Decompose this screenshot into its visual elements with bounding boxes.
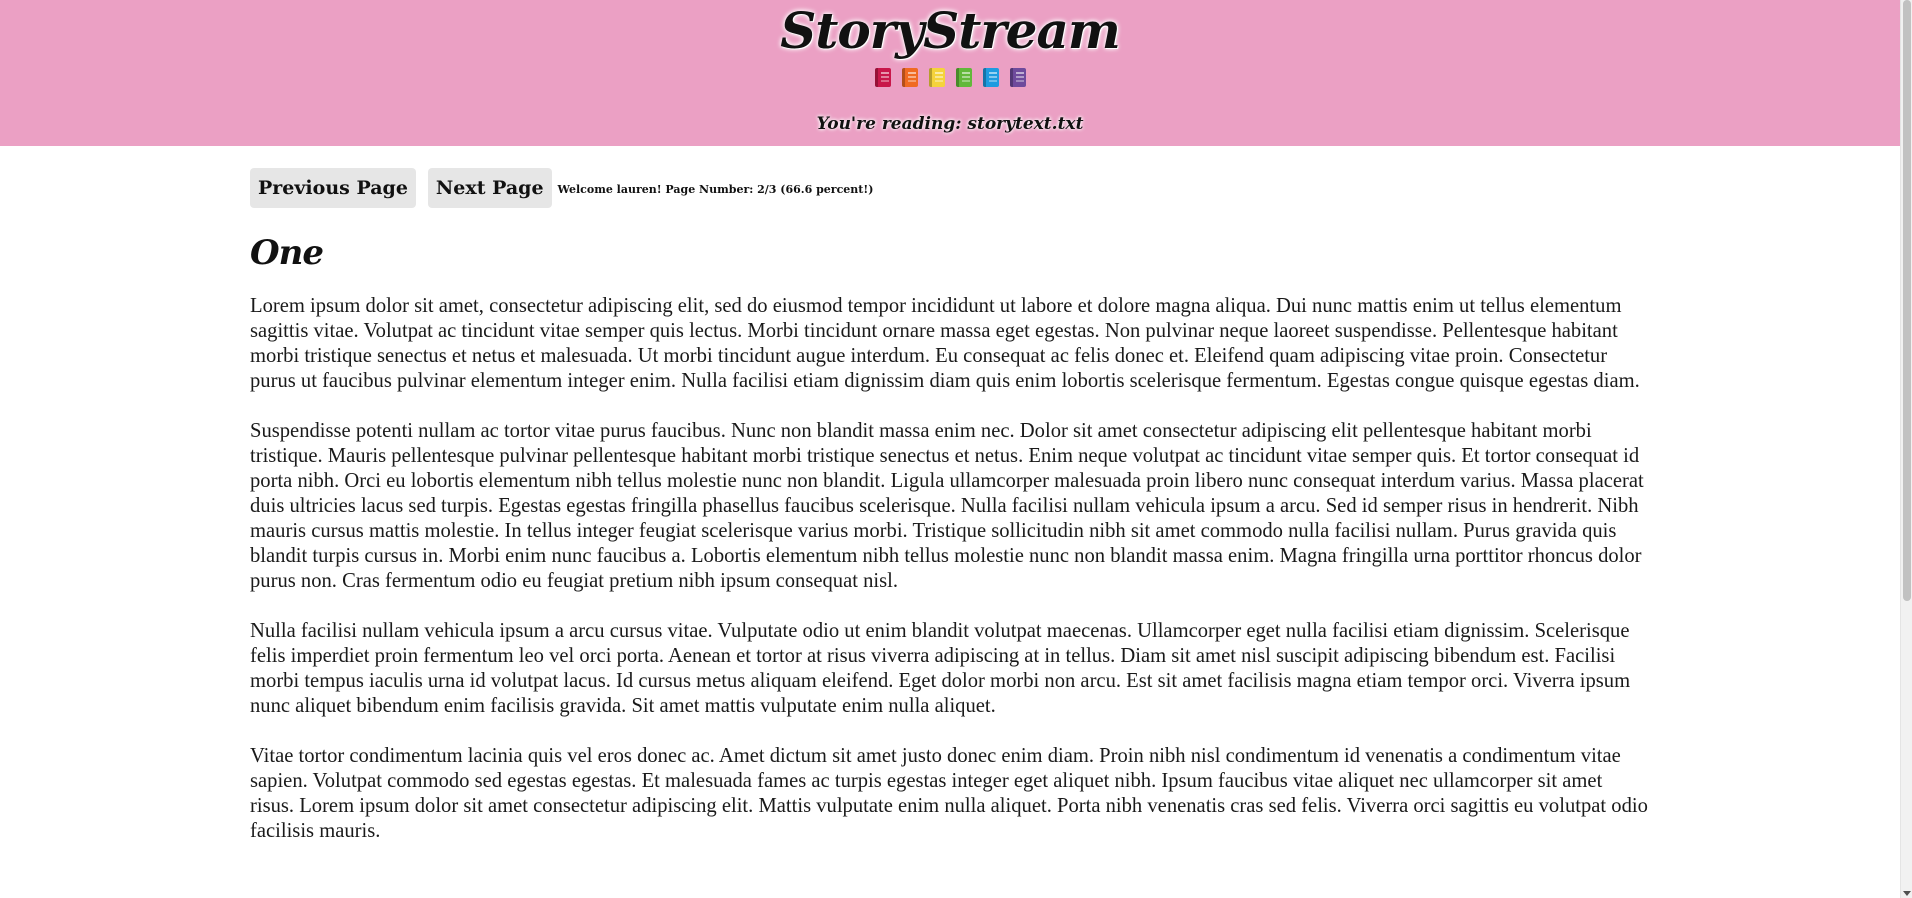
scroll-down-arrow-icon[interactable] (1903, 891, 1911, 896)
green-book-icon (955, 68, 972, 87)
story-paragraph: Nulla facilisi nullam vehicula ipsum a a… (250, 620, 1631, 717)
chapter-title: One (250, 233, 324, 273)
vertical-scrollbar[interactable] (1900, 0, 1912, 898)
page-navigation: Previous Page Next Page Welcome lauren! … (250, 168, 1650, 208)
blue-book-icon (982, 68, 999, 87)
story-reader-page: StoryStream You're reading: storytext.tx… (0, 0, 1912, 898)
current-file-label: You're reading: storytext.txt (816, 114, 1084, 134)
header-banner: StoryStream You're reading: storytext.tx… (0, 0, 1900, 146)
next-page-button[interactable]: Next Page (427, 168, 552, 208)
story-content: Previous Page Next Page Welcome lauren! … (250, 168, 1650, 869)
orange-book-icon (901, 68, 918, 87)
red-book-icon (874, 68, 891, 87)
book-icon-row (0, 68, 1900, 88)
yellow-book-icon (928, 68, 945, 87)
story-paragraph: Suspendisse potenti nullam ac tortor vit… (250, 420, 1644, 592)
story-paragraph: Vitae tortor condimentum lacinia quis ve… (250, 745, 1648, 842)
scrollbar-thumb[interactable] (1903, 0, 1911, 601)
previous-page-button[interactable]: Previous Page (250, 168, 416, 208)
app-title: StoryStream (780, 1, 1121, 60)
story-paragraph: Lorem ipsum dolor sit amet, consectetur … (250, 295, 1640, 392)
story-text: Lorem ipsum dolor sit amet, consectetur … (250, 294, 1650, 844)
page-status-text: Welcome lauren! Page Number: 2/3 (66.6 p… (557, 182, 874, 196)
purple-book-icon (1009, 68, 1026, 87)
